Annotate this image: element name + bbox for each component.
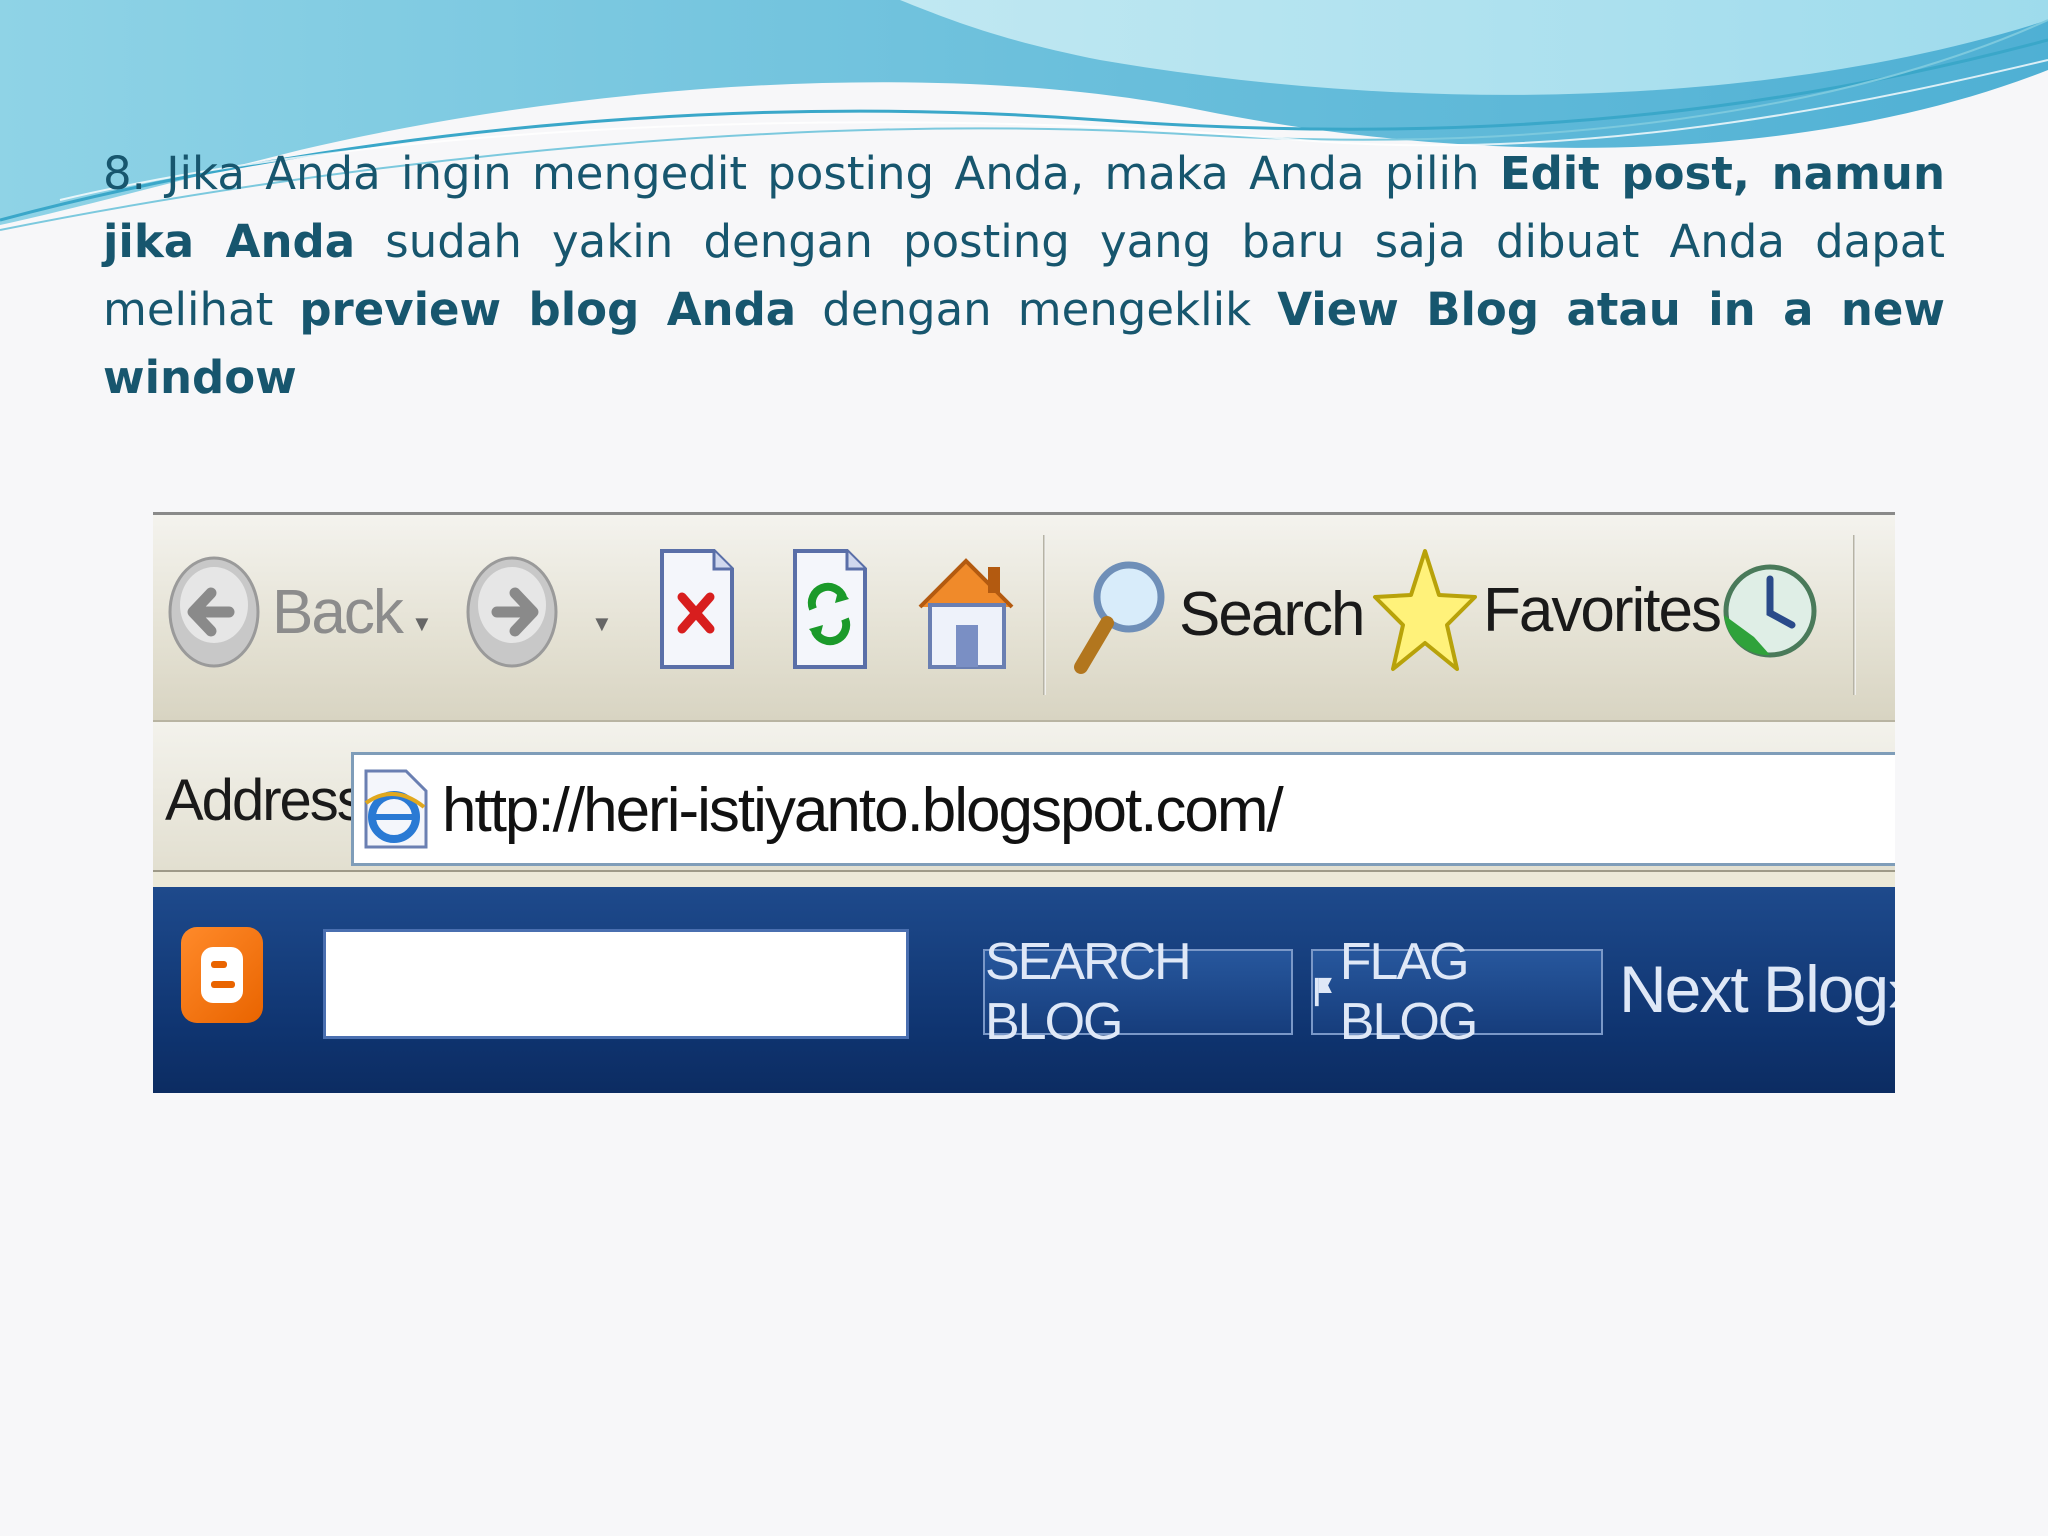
flag-blog-label: FLAG BLOG (1339, 933, 1479, 1051)
flag-blog-button[interactable]: FLAG BLOG (1311, 933, 1603, 1051)
forward-button[interactable] (465, 555, 560, 670)
blogger-b-glyph (201, 947, 243, 1003)
search-label: Search (1179, 579, 1365, 649)
next-blog-link[interactable]: Next Blog» (1619, 951, 1895, 1027)
instruction-text-1: 8. Jika Anda ingin mengedit posting Anda… (103, 147, 1500, 200)
search-blog-label: SEARCH BLOG (985, 933, 1192, 1051)
home-button[interactable] (908, 543, 1018, 675)
instruction-paragraph: 8. Jika Anda ingin mengedit posting Anda… (103, 140, 1945, 412)
instruction-bold-2: preview blog Anda (299, 283, 797, 336)
back-dropdown-icon[interactable]: ▼ (411, 611, 433, 637)
forward-arrow-icon (466, 556, 558, 668)
blogger-navbar: SEARCH BLOG FLAG BLOG Next Blog» (153, 887, 1895, 1093)
favorites-button[interactable]: Favorites (1371, 545, 1722, 675)
blog-search-input[interactable] (323, 929, 909, 1039)
blogger-logo-icon[interactable] (181, 927, 263, 1023)
stop-button[interactable] (658, 545, 738, 673)
back-label: Back (272, 578, 404, 647)
address-label: Address (165, 768, 366, 833)
history-button[interactable] (1718, 555, 1818, 667)
back-button[interactable]: Back (167, 555, 404, 670)
home-icon (918, 558, 1014, 669)
address-input[interactable]: http://heri-istiyanto.blogspot.com/ (351, 752, 1895, 866)
forward-dropdown-icon[interactable]: ▼ (591, 611, 613, 637)
toolbar-separator-end (1853, 535, 1856, 695)
browser-screenshot: Back ▼ ▼ Search Favorites Address http:/… (153, 512, 1895, 1093)
address-url-text: http://heri-istiyanto.blogspot.com/ (442, 776, 1284, 845)
address-bar: Address http://heri-istiyanto.blogspot.c… (153, 722, 1895, 872)
favorites-label: Favorites (1483, 575, 1722, 645)
toolbar-separator (1043, 535, 1046, 695)
search-icon (1074, 561, 1165, 674)
back-arrow-icon (168, 556, 260, 668)
search-blog-button[interactable]: SEARCH BLOG (983, 933, 1293, 1051)
refresh-icon (793, 549, 867, 669)
browser-toolbar: Back ▼ ▼ Search Favorites (153, 515, 1895, 722)
refresh-button[interactable] (791, 545, 871, 673)
flag-icon (1314, 977, 1332, 1007)
star-icon (1373, 549, 1477, 671)
history-icon (1723, 564, 1817, 658)
instruction-text-3: dengan mengeklik (796, 283, 1278, 336)
stop-icon (660, 549, 734, 669)
search-button[interactable]: Search (1071, 549, 1365, 679)
ie-page-icon (364, 769, 428, 849)
